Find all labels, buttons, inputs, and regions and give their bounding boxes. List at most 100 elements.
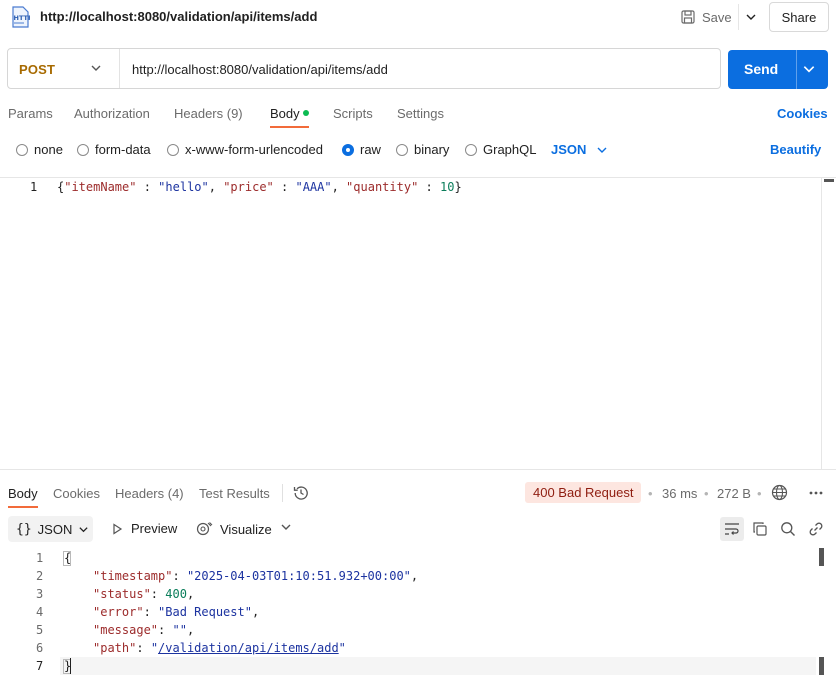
share-button[interactable]: Share [769,2,829,32]
token: "error" [93,605,144,619]
format-label: JSON [551,142,587,157]
token: , [186,623,195,637]
radio-circle[interactable] [465,143,477,156]
beautify-link[interactable]: Beautify [770,142,821,157]
line-number: 7 [36,659,44,673]
response-tab-body[interactable]: Body [8,486,38,501]
tab-authorization[interactable]: Authorization [74,106,150,121]
radio-circle[interactable] [77,143,89,156]
radio-circle-selected[interactable] [342,143,354,156]
radio-label: binary [414,142,450,157]
url-input[interactable]: http://localhost:8080/validation/api/ite… [132,62,388,77]
current-line-highlight [60,657,816,675]
radio-label: raw [360,142,381,157]
radio-graphql[interactable]: GraphQL [465,142,536,157]
token: : [418,180,440,194]
token: : [136,641,151,655]
scrollbar[interactable] [821,177,835,470]
active-dot [303,110,309,116]
radio-label: x-www-form-urlencoded [185,142,323,157]
response-tab-headers[interactable]: Headers (4) [115,486,184,501]
search-icon[interactable] [780,521,796,537]
response-code-line: "status": 400, [93,587,194,601]
braces-icon: {} [16,521,32,537]
active-tab-indicator [270,126,309,128]
radio-raw[interactable]: raw [342,142,381,157]
radio-circle[interactable] [396,143,408,156]
token: "quantity" [346,180,419,194]
link-icon[interactable] [808,521,824,537]
radio-label: GraphQL [483,142,537,157]
line-number: 4 [36,605,44,619]
visualize-button[interactable]: Visualize [196,521,272,537]
tab-body[interactable]: Body [270,106,300,121]
line-number: 1 [36,551,44,565]
tab-headers[interactable]: Headers (9) [174,106,243,121]
save-label: Save [702,9,732,25]
response-size[interactable]: 272 B [717,486,751,501]
token: "message" [93,623,159,637]
radio-form-data[interactable]: form-data [77,142,151,157]
scrollbar-thumb[interactable] [824,179,834,182]
preview-button[interactable]: Preview [111,521,177,536]
chevron-down-icon[interactable] [802,62,816,76]
token: "price" [223,180,274,194]
response-tab-test-results[interactable]: Test Results [199,486,270,501]
token: " [338,641,346,655]
tab-params[interactable]: Params [8,106,53,121]
cookies-link[interactable]: Cookies [777,106,828,121]
token: : [143,605,159,619]
response-time[interactable]: 36 ms [662,486,697,501]
method-select[interactable]: POST [19,62,55,77]
radio-x-www-form-urlencoded[interactable]: x-www-form-urlencoded [167,142,323,157]
response-tab-cookies[interactable]: Cookies [53,486,100,501]
response-code-line: { [64,551,71,565]
text-caret [70,658,71,674]
request-body-editor[interactable] [0,177,836,470]
play-icon [113,522,123,535]
globe-icon[interactable] [771,484,788,501]
token: , [410,569,419,583]
token: "status" [93,587,151,601]
chevron-down-icon[interactable] [280,521,292,533]
chevron-down-icon [79,526,88,532]
token: 400 [165,587,187,601]
save-button[interactable]: Save [676,4,736,30]
token: "Bad Request" [158,605,252,619]
tab-scripts[interactable]: Scripts [333,106,373,121]
response-format-select[interactable]: {} JSON [8,516,93,542]
path-link[interactable]: /validation/api/items/add [158,641,339,655]
wrap-lines-button[interactable] [720,517,744,541]
radio-binary[interactable]: binary [396,142,449,157]
svg-text:HTTP: HTTP [14,14,31,22]
visualize-icon [196,522,213,536]
tab-settings[interactable]: Settings [397,106,444,121]
copy-icon[interactable] [752,521,768,537]
body-format-select[interactable]: JSON [551,142,608,157]
status-badge[interactable]: 400 Bad Request [525,482,642,503]
token: , [186,587,195,601]
line-number: 2 [36,569,44,583]
token: { [64,551,72,565]
save-icon [681,10,695,24]
token: , [331,180,347,194]
response-code-line: "timestamp": "2025-04-03T01:10:51.932+00… [93,569,418,583]
scrollbar-thumb[interactable] [819,548,824,566]
line-number: 6 [36,641,44,655]
token: : [158,623,173,637]
divider [796,50,797,89]
active-tab-indicator [8,506,38,508]
radio-none[interactable]: none [16,142,63,157]
request-body-code[interactable]: {"itemName" : "hello", "price" : "AAA", … [57,180,462,194]
radio-circle[interactable] [16,143,28,156]
history-icon[interactable] [292,484,310,502]
token: " [150,641,159,655]
token: } [454,180,462,194]
separator-dot: • [704,486,709,501]
chevron-down-icon[interactable] [90,62,102,74]
more-icon[interactable] [808,489,824,497]
send-label[interactable]: Send [744,61,778,77]
save-options-button[interactable] [738,4,762,30]
radio-circle[interactable] [167,143,179,156]
scrollbar-thumb[interactable] [819,657,824,675]
